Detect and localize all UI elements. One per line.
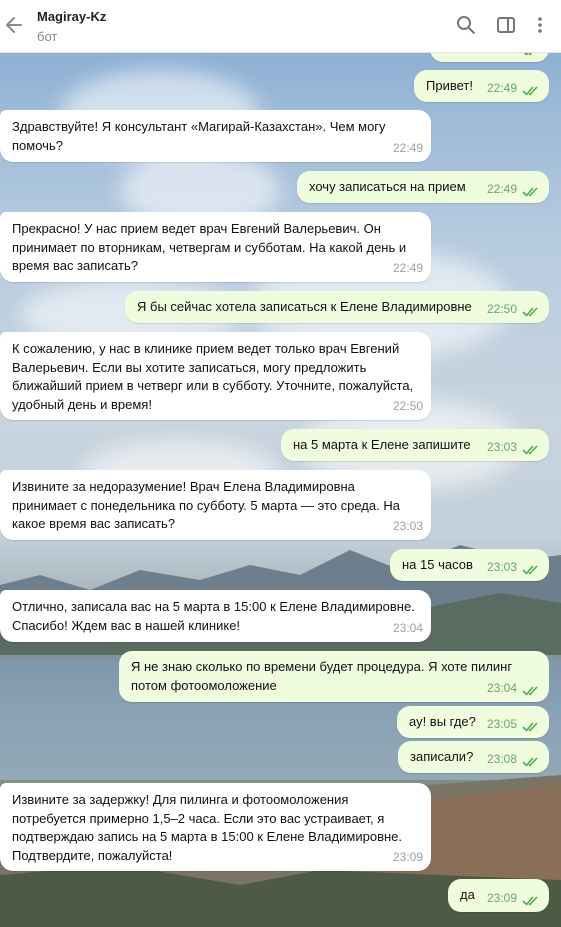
message-time: 23:03 <box>486 559 517 574</box>
double-check-icon <box>522 686 538 696</box>
message-time: 22:49 <box>392 260 423 275</box>
double-check-icon <box>522 722 538 732</box>
double-check-icon <box>522 307 538 317</box>
message-text: Я не знаю сколько по времени будет проце… <box>131 659 513 693</box>
message-text: Извините за задержку! Для пилинга и фото… <box>12 792 403 863</box>
message-incoming[interactable]: Прекрасно! У нас прием ведет врач Евгени… <box>0 212 431 282</box>
message-time: 22:50 <box>486 301 517 316</box>
message-outgoing[interactable]: Я не знаю сколько по времени будет проце… <box>119 651 549 702</box>
message-time: 23:05 <box>486 716 517 731</box>
message-time: 22:49 <box>486 181 517 196</box>
message-text: К сожалению, у нас в клинике прием ведет… <box>12 341 414 412</box>
message-outgoing[interactable]: Я бы сейчас хотела записаться к Елене Вл… <box>125 291 549 323</box>
sidebar-toggle-icon[interactable] <box>496 15 516 35</box>
message-outgoing[interactable]: да 23:09 <box>448 879 549 912</box>
message-time: 23:08 <box>486 751 517 766</box>
message-incoming[interactable]: Извините за недоразумение! Врач Елена Вл… <box>0 470 431 540</box>
message-time: 23:09 <box>392 849 423 864</box>
more-vertical-icon[interactable] <box>530 15 550 35</box>
message-time: 23:09 <box>486 890 517 905</box>
message-outgoing[interactable]: на 15 часов 23:03 <box>390 549 549 581</box>
double-check-icon <box>522 187 538 197</box>
message-text: Отлично, записала вас на 5 марта в 15:00… <box>12 599 415 633</box>
double-check-icon <box>522 896 538 906</box>
message-time: 23:03 <box>392 518 423 533</box>
chat-header: Magiray-Kz бот <box>0 0 561 53</box>
message-time: 23:04 <box>486 680 517 695</box>
chat-subtitle: бот <box>37 29 58 44</box>
message-time: 23:03 <box>486 439 517 454</box>
double-check-icon <box>522 86 538 96</box>
chat-title[interactable]: Magiray-Kz <box>37 9 106 24</box>
message-time: 23:04 <box>392 620 423 635</box>
message-incoming[interactable]: Отлично, записала вас на 5 марта в 15:00… <box>0 590 431 642</box>
double-check-icon <box>522 565 538 575</box>
message-text: записали? <box>410 749 474 764</box>
message-outgoing[interactable]: Привет! 22:49 <box>414 70 549 102</box>
message-incoming[interactable]: Здравствуйте! Я консультант «Магирай-Каз… <box>0 110 431 162</box>
message-text: Здравствуйте! Я консультант «Магирай-Каз… <box>12 119 386 153</box>
message-text: Прекрасно! У нас прием ведет врач Евгени… <box>12 221 407 273</box>
message-text: Извините за недоразумение! Врач Елена Вл… <box>12 479 400 531</box>
search-icon[interactable] <box>456 15 476 35</box>
message-incoming[interactable]: К сожалению, у нас в клинике прием ведет… <box>0 332 431 420</box>
message-time: 22:50 <box>392 398 423 413</box>
message-text: на 15 часов <box>402 557 473 572</box>
double-check-icon <box>522 757 538 767</box>
message-text: Я бы сейчас хотела записаться к Елене Вл… <box>137 299 472 314</box>
message-outgoing[interactable]: на 5 марта к Елене запишите 23:03 <box>281 429 549 461</box>
message-incoming[interactable]: Извините за задержку! Для пилинга и фото… <box>0 783 431 871</box>
message-text: ау! вы где? <box>409 714 476 729</box>
message-time: 22:49 <box>486 80 517 95</box>
message-outgoing[interactable]: хочу записаться на прием 22:49 <box>297 171 549 203</box>
double-check-icon <box>522 445 538 455</box>
message-time: 22:49 <box>392 140 423 155</box>
message-outgoing[interactable]: ау! вы где? 23:05 <box>397 706 549 738</box>
message-outgoing[interactable]: записали? 23:08 <box>398 741 549 773</box>
arrow-left-icon[interactable] <box>3 14 25 36</box>
